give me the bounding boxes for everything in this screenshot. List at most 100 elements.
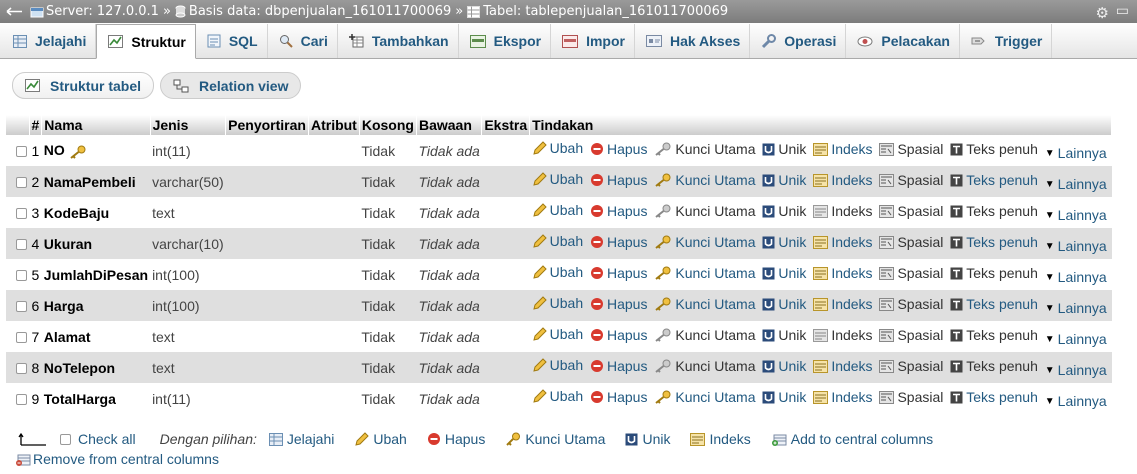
index-action[interactable]: Indeks [813,389,873,405]
primary-key-action[interactable]: Kunci Utama [654,389,756,405]
unique-action[interactable]: Unik [762,265,806,281]
gear-icon[interactable]: ⚙ [1096,4,1109,22]
unique-action[interactable]: Unik [762,234,806,250]
back-arrow-icon[interactable] [6,5,24,18]
primary-key-action[interactable]: Kunci Utama [654,234,756,250]
row-checkbox[interactable] [16,208,27,220]
bulk-change-button[interactable]: Ubah [354,431,407,447]
row-checkbox[interactable] [16,146,27,158]
fulltext-action[interactable]: Teks penuh [950,172,1038,188]
change-action[interactable]: Ubah [532,264,583,280]
row-checkbox[interactable] [16,332,27,344]
fulltext-action[interactable]: Teks penuh [950,327,1038,343]
unique-action[interactable]: Unik [762,203,806,219]
primary-key-action[interactable]: Kunci Utama [654,327,756,343]
fulltext-action[interactable]: Teks penuh [950,234,1038,250]
unique-action[interactable]: Unik [762,296,806,312]
tab-cari[interactable]: Cari [268,24,338,58]
primary-key-action[interactable]: Kunci Utama [654,172,756,188]
unique-action[interactable]: Unik [762,358,806,374]
drop-action[interactable]: Hapus [590,296,647,312]
bulk-drop-button[interactable]: Hapus [427,431,485,447]
spatial-action[interactable]: Spasial [879,265,943,281]
unique-action[interactable]: Unik [762,141,806,157]
tab-tambahkan[interactable]: Tambahkan [338,24,459,58]
more-action[interactable]: ▼ Lainnya [1045,362,1107,378]
row-checkbox[interactable] [16,363,27,375]
more-action[interactable]: ▼ Lainnya [1045,207,1107,223]
tab-struktur[interactable]: Struktur [96,24,196,59]
row-checkbox[interactable] [16,177,27,189]
more-action[interactable]: ▼ Lainnya [1045,145,1107,161]
primary-key-action[interactable]: Kunci Utama [654,203,756,219]
spatial-action[interactable]: Spasial [879,389,943,405]
more-action[interactable]: ▼ Lainnya [1045,393,1107,409]
change-action[interactable]: Ubah [532,357,583,373]
index-action[interactable]: Indeks [813,141,873,157]
change-action[interactable]: Ubah [532,233,583,249]
breadcrumb-database[interactable]: Basis data: dbpenjualan_161011700069 [189,4,451,19]
index-action[interactable]: Indeks [813,358,873,374]
more-action[interactable]: ▼ Lainnya [1045,176,1107,192]
drop-action[interactable]: Hapus [590,265,647,281]
collapse-icon[interactable]: ▭ [1116,3,1129,19]
fulltext-action[interactable]: Teks penuh [950,389,1038,405]
index-action[interactable]: Indeks [813,296,873,312]
unique-action[interactable]: Unik [762,327,806,343]
check-all-label[interactable]: Check all [78,431,136,447]
drop-action[interactable]: Hapus [590,327,647,343]
drop-action[interactable]: Hapus [590,358,647,374]
tab-hak-akses[interactable]: Hak Akses [635,24,751,58]
tab-jelajahi[interactable]: Jelajahi [2,24,97,58]
row-checkbox[interactable] [16,239,27,251]
primary-key-action[interactable]: Kunci Utama [654,265,756,281]
spatial-action[interactable]: Spasial [879,172,943,188]
fulltext-action[interactable]: Teks penuh [950,296,1038,312]
tab-pelacakan[interactable]: Pelacakan [846,24,960,58]
index-action[interactable]: Indeks [813,265,873,281]
spatial-action[interactable]: Spasial [879,358,943,374]
change-action[interactable]: Ubah [532,295,583,311]
bulk-primary-button[interactable]: Kunci Utama [505,431,605,447]
tab-operasi[interactable]: Operasi [750,24,847,58]
more-action[interactable]: ▼ Lainnya [1045,269,1107,285]
primary-key-action[interactable]: Kunci Utama [654,358,756,374]
index-action[interactable]: Indeks [813,234,873,250]
tab-sql[interactable]: SQL [196,24,268,58]
bulk-browse-button[interactable]: Jelajahi [268,431,334,447]
row-checkbox[interactable] [16,270,27,282]
more-action[interactable]: ▼ Lainnya [1045,300,1107,316]
header-nama[interactable]: Nama [41,115,151,135]
remove-central-columns-button[interactable]: Remove from central columns [15,451,219,467]
drop-action[interactable]: Hapus [590,172,647,188]
relation-view-button[interactable]: Relation view [160,72,302,99]
add-central-columns-button[interactable]: Add to central columns [771,431,933,447]
change-action[interactable]: Ubah [532,388,583,404]
change-action[interactable]: Ubah [532,140,583,156]
primary-key-action[interactable]: Kunci Utama [654,141,756,157]
change-action[interactable]: Ubah [532,326,583,342]
tab-ekspor[interactable]: Ekspor [459,24,552,58]
unique-action[interactable]: Unik [762,389,806,405]
spatial-action[interactable]: Spasial [879,203,943,219]
spatial-action[interactable]: Spasial [879,234,943,250]
check-all-checkbox[interactable] [60,433,71,445]
tab-impor[interactable]: Impor [551,24,635,58]
drop-action[interactable]: Hapus [590,203,647,219]
drop-action[interactable]: Hapus [590,234,647,250]
row-checkbox[interactable] [16,301,27,313]
struktur-tabel-button[interactable]: Struktur tabel [12,72,155,99]
fulltext-action[interactable]: Teks penuh [950,265,1038,281]
bulk-index-button[interactable]: Indeks [690,431,751,447]
tab-trigger[interactable]: Trigger [960,24,1053,58]
index-action[interactable]: Indeks [813,327,873,343]
fulltext-action[interactable]: Teks penuh [950,203,1038,219]
change-action[interactable]: Ubah [532,171,583,187]
primary-key-action[interactable]: Kunci Utama [654,296,756,312]
spatial-action[interactable]: Spasial [879,141,943,157]
row-checkbox[interactable] [16,394,27,406]
index-action[interactable]: Indeks [813,172,873,188]
change-action[interactable]: Ubah [532,202,583,218]
breadcrumb-server[interactable]: Server: 127.0.0.1 [46,4,159,19]
spatial-action[interactable]: Spasial [879,296,943,312]
